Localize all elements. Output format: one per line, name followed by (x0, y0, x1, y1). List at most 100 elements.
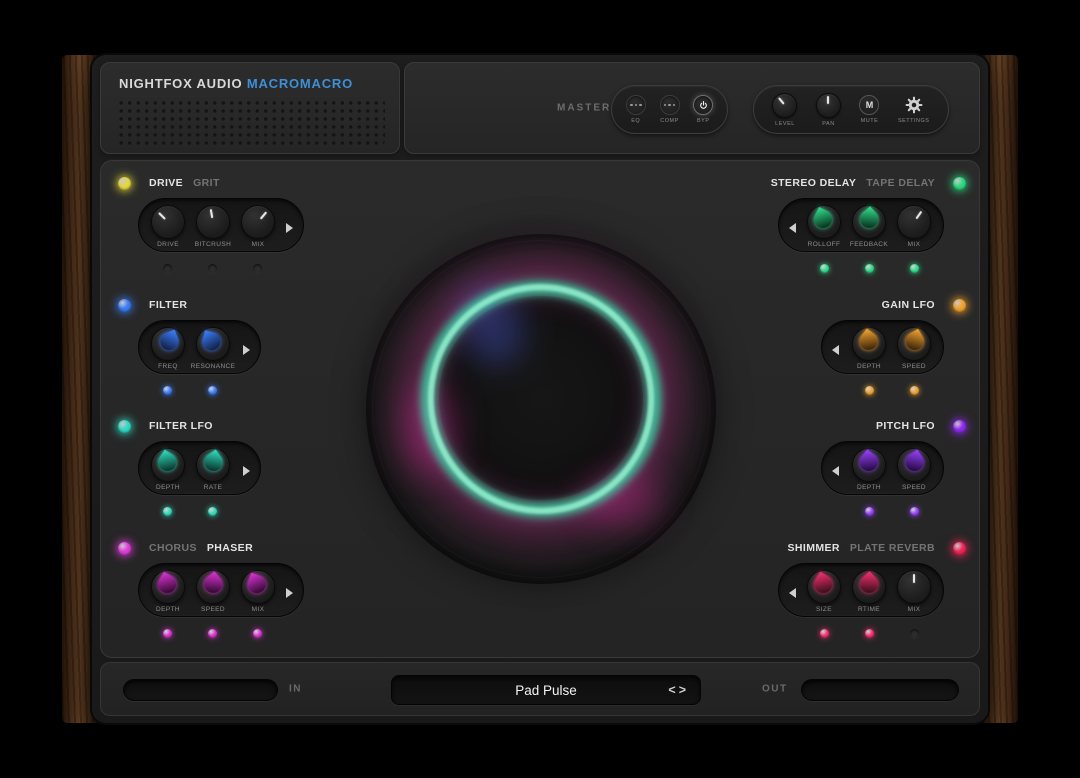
status-led (910, 386, 919, 395)
stereo-delay-rolloff-knob[interactable] (807, 205, 841, 239)
drive-mode-drive[interactable]: DRIVE (149, 177, 183, 189)
chorus-knob-group: DEPTHSPEEDMIX (138, 563, 304, 617)
chorus-mix-knob[interactable] (241, 570, 275, 604)
stereo-delay-mix-knob[interactable] (897, 205, 931, 239)
gain-lfo-mode-gain-lfo: GAIN LFO (882, 299, 935, 311)
drive-drive-knob[interactable] (151, 205, 185, 239)
stereo-delay-mode-stereo-delay[interactable]: STEREO DELAY (771, 177, 857, 189)
drive-bitcrush-knob[interactable] (196, 205, 230, 239)
filter-variant-arrow-icon[interactable] (243, 345, 250, 355)
knob-label: DEPTH (857, 484, 881, 491)
shimmer-enable-led[interactable] (953, 542, 966, 555)
chorus-speed-knob[interactable] (196, 570, 230, 604)
preset-nav: < > (668, 683, 686, 697)
drive-enable-led[interactable] (118, 177, 131, 190)
shimmer-rtime-knob[interactable] (852, 570, 886, 604)
filter-resonance-knob[interactable] (196, 327, 230, 361)
master-panel: MASTER EQ COMP BYP LEVEL PAN MMUTE SETTINGS (404, 62, 980, 154)
knob-label: DEPTH (156, 484, 180, 491)
shimmer-size-knob[interactable] (807, 570, 841, 604)
pitch-lfo-mode-pitch-lfo: PITCH LFO (876, 420, 935, 432)
stereo-delay-feedback-knob[interactable] (852, 205, 886, 239)
stereo-delay-mode-tape-delay[interactable]: TAPE DELAY (866, 177, 935, 189)
level-control[interactable]: LEVEL (772, 93, 797, 127)
filter-lfo-variant-arrow-icon[interactable] (243, 466, 250, 476)
pitch-lfo-variant-arrow-icon[interactable] (832, 466, 839, 476)
filter-enable-led[interactable] (118, 299, 131, 312)
settings-control[interactable]: SETTINGS (898, 95, 930, 124)
chorus-mode-chorus[interactable]: CHORUS (149, 542, 197, 554)
pitch-lfo-depth-knob[interactable] (852, 448, 886, 482)
status-led (208, 264, 217, 273)
shimmer-mode-shimmer[interactable]: SHIMMER (787, 542, 839, 554)
section-shimmer: SHIMMERPLATE REVERBSIZERTIMEMIX (696, 541, 966, 638)
chorus-depth-knob[interactable] (151, 570, 185, 604)
master-switch-group: EQ COMP BYP (611, 85, 728, 134)
switch-label: COMP (660, 118, 679, 124)
preset-prev-button[interactable]: < (668, 683, 675, 697)
control-label: PAN (822, 121, 834, 127)
gain-lfo-enable-led[interactable] (953, 299, 966, 312)
knob-label: ROLLOFF (808, 241, 841, 248)
filter-lfo-enable-led[interactable] (118, 420, 131, 433)
drive-mode-grit[interactable]: GRIT (193, 177, 220, 189)
master-label: MASTER (557, 103, 611, 114)
gain-lfo-depth-knob[interactable] (852, 327, 886, 361)
gain-lfo-speed-knob[interactable] (897, 327, 931, 361)
brand-panel: NIGHTFOX AUDIO MACROMACRO (100, 62, 400, 154)
section-chorus: CHORUS PHASER DEPTHSPEEDMIX (118, 541, 388, 638)
stereo-delay-variant-arrow-icon[interactable] (789, 223, 796, 233)
settings-gear-icon[interactable] (904, 95, 924, 115)
knob-label: MIX (908, 606, 921, 613)
comp-button[interactable]: COMP (660, 95, 680, 124)
shimmer-mix-knob[interactable] (897, 570, 931, 604)
status-led (163, 507, 172, 516)
brand-title: NIGHTFOX AUDIO MACROMACRO (119, 76, 353, 91)
knob-label: SIZE (816, 606, 832, 613)
preset-display[interactable]: Pad Pulse < > (391, 675, 701, 705)
section-drive: DRIVEGRITDRIVEBITCRUSHMIX (118, 176, 388, 273)
power-icon (693, 95, 713, 115)
brand-accent: MACROMACRO (247, 76, 353, 91)
control-label: SETTINGS (898, 118, 930, 124)
filter-freq-knob[interactable] (151, 327, 185, 361)
stereo-delay-enable-led[interactable] (953, 177, 966, 190)
input-label: IN (289, 684, 302, 695)
chorus-mode-phaser[interactable]: PHASER (207, 542, 253, 554)
output-meter (801, 679, 959, 701)
io-bar: IN Pad Pulse < > OUT (100, 662, 980, 716)
chorus-variant-arrow-icon[interactable] (286, 588, 293, 598)
pitch-lfo-enable-led[interactable] (953, 420, 966, 433)
shimmer-variant-arrow-icon[interactable] (789, 588, 796, 598)
pan-knob[interactable] (816, 93, 841, 118)
pitch-lfo-speed-knob[interactable] (897, 448, 931, 482)
status-led (253, 264, 262, 273)
preset-next-button[interactable]: > (679, 683, 686, 697)
drive-mix-knob[interactable] (241, 205, 275, 239)
status-led (208, 386, 217, 395)
status-led (163, 386, 172, 395)
status-led (208, 629, 217, 638)
eq-button[interactable]: EQ (626, 95, 646, 124)
status-led (163, 629, 172, 638)
switch-label: EQ (631, 118, 640, 124)
filter-lfo-depth-knob[interactable] (151, 448, 185, 482)
mute-control[interactable]: MMUTE (859, 95, 879, 124)
shimmer-mode-plate-reverb[interactable]: PLATE REVERB (850, 542, 935, 554)
filter-mode-filter: FILTER (149, 299, 187, 311)
byp-button[interactable]: BYP (693, 95, 713, 124)
gain-lfo-variant-arrow-icon[interactable] (832, 345, 839, 355)
drive-variant-arrow-icon[interactable] (286, 223, 293, 233)
preset-name: Pad Pulse (515, 683, 577, 698)
stereo-delay-knob-group: ROLLOFFFEEDBACKMIX (778, 198, 944, 252)
brand-name: NIGHTFOX AUDIO (119, 76, 242, 91)
mute-button[interactable]: M (859, 95, 879, 115)
plugin-window: NIGHTFOX AUDIO MACROMACRO MASTER EQ COMP B… (0, 0, 1080, 778)
chorus-enable-led[interactable] (118, 542, 131, 555)
level-knob[interactable] (772, 93, 797, 118)
pan-control[interactable]: PAN (816, 93, 841, 127)
status-led (865, 629, 874, 638)
status-led (820, 264, 829, 273)
section-filter: FILTERFREQRESONANCE (118, 298, 388, 395)
filter-lfo-rate-knob[interactable] (196, 448, 230, 482)
